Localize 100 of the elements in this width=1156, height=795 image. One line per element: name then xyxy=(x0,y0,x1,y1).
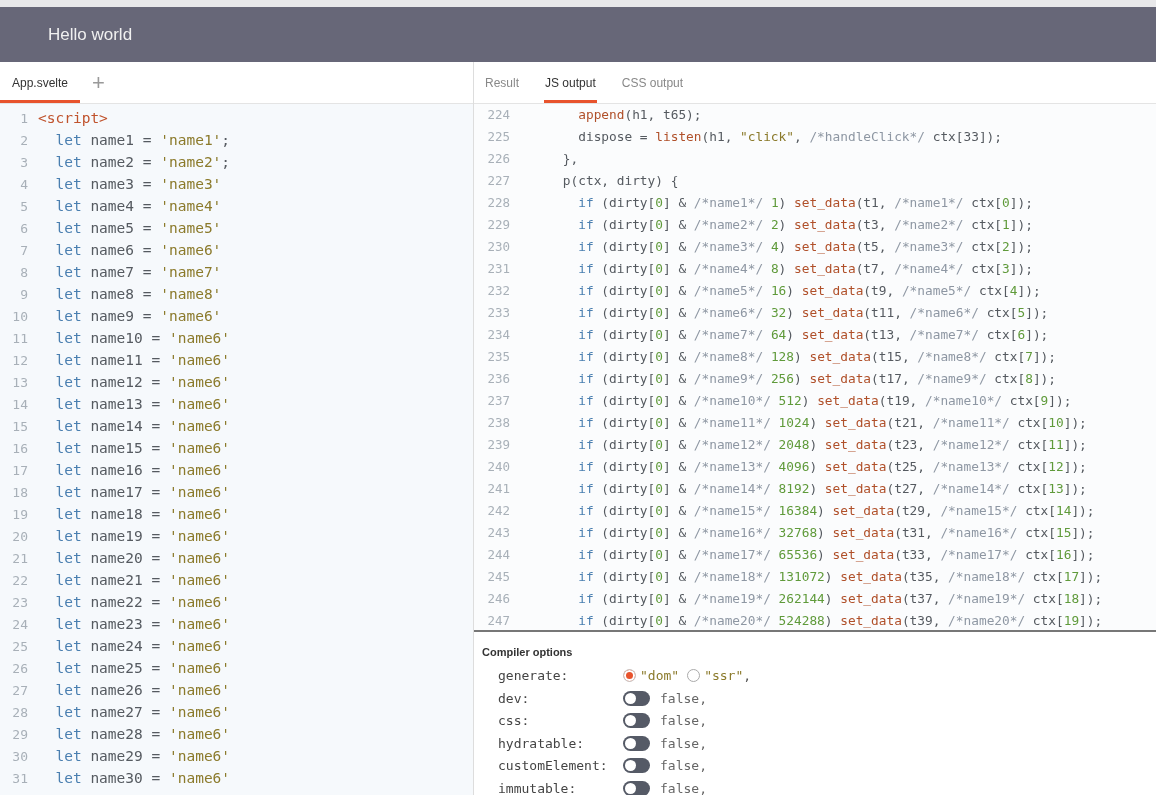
code-line: let name22 = 'name6' xyxy=(54,593,231,613)
line-number: 14 xyxy=(11,396,29,415)
code-line: <script> xyxy=(38,109,108,129)
line-number: 5 xyxy=(19,198,29,217)
tab[interactable]: CSS output xyxy=(620,62,685,103)
line-number: 7 xyxy=(19,242,29,261)
radio-button[interactable] xyxy=(623,669,636,683)
toggle-switch[interactable] xyxy=(623,758,650,774)
line-number: 225 xyxy=(486,127,511,146)
line-number: 243 xyxy=(486,523,511,542)
toggle-switch[interactable] xyxy=(623,735,650,751)
code-line: if (dirty[0] & /*name3*/ 4) set_data(t5, /*name3*/ ctx[2]); xyxy=(577,238,1033,257)
code-line: if (dirty[0] & /*name16*/ 32768) set_data(t31, /*name16*/ ctx[15]); xyxy=(577,524,1095,543)
code-line: if (dirty[0] & /*name7*/ 64) set_data(t13, /*name7*/ ctx[6]); xyxy=(577,326,1049,345)
line-number: 31 xyxy=(11,770,29,789)
code-line: if (dirty[0] & /*name17*/ 65536) set_data(t33, /*name17*/ ctx[16]); xyxy=(577,546,1095,565)
line-number: 11 xyxy=(11,330,29,349)
code-line: let name16 = 'name6' xyxy=(54,461,231,481)
code-line: if (dirty[0] & /*name10*/ 512) set_data(t19, /*name10*/ ctx[9]); xyxy=(577,392,1072,411)
code-line: append(h1, t65); xyxy=(577,106,702,125)
option-value: false, xyxy=(660,689,707,708)
line-number: 25 xyxy=(11,638,29,657)
option-value: false, xyxy=(660,712,707,730)
code-line: let name1 = 'name1'; xyxy=(54,131,231,151)
line-number: 22 xyxy=(11,572,29,591)
line-number: 241 xyxy=(486,479,511,498)
line-number: 15 xyxy=(11,418,29,437)
code-line: if (dirty[0] & /*name20*/ 524288) set_data(t39, /*name20*/ ctx[19]); xyxy=(577,612,1103,630)
code-line: let name6 = 'name6' xyxy=(54,241,222,261)
code-line: if (dirty[0] & /*name6*/ 32) set_data(t11, /*name6*/ ctx[5]); xyxy=(577,304,1049,323)
line-number: 8 xyxy=(19,264,29,283)
line-number: 17 xyxy=(11,462,29,481)
toggle-switch[interactable] xyxy=(623,780,650,795)
code-line: let name28 = 'name6' xyxy=(54,725,231,745)
code-line: if (dirty[0] & /*name5*/ 16) set_data(t9, /*name5*/ ctx[4]); xyxy=(577,282,1041,301)
line-number: 2 xyxy=(19,132,29,151)
line-number: 232 xyxy=(486,281,511,300)
line-number: 246 xyxy=(486,589,511,608)
code-line: let name15 = 'name6' xyxy=(54,439,231,459)
code-line: let name20 = 'name6' xyxy=(54,549,231,569)
line-number: 10 xyxy=(11,308,29,327)
option-suffix: , xyxy=(743,667,752,685)
code-line: if (dirty[0] & /*name14*/ 8192) set_data(t27, /*name14*/ ctx[13]); xyxy=(577,480,1087,499)
line-number: 21 xyxy=(11,550,29,569)
tab[interactable]: Result xyxy=(484,62,520,103)
radio-label: "dom" xyxy=(640,667,680,685)
line-number: 23 xyxy=(11,594,29,613)
line-number: 227 xyxy=(486,171,511,190)
option-label: css: xyxy=(498,712,531,730)
add-tab-button[interactable]: + xyxy=(92,62,105,103)
line-number: 29 xyxy=(11,726,29,745)
code-line: if (dirty[0] & /*name19*/ 262144) set_data(t37, /*name19*/ ctx[18]); xyxy=(577,590,1103,609)
code-line: let name30 = 'name6' xyxy=(54,769,231,789)
line-number: 3 xyxy=(19,154,29,173)
line-number: 244 xyxy=(486,545,511,564)
option-label: customElement: xyxy=(498,757,609,775)
code-line: let name5 = 'name5' xyxy=(54,219,222,239)
code-line: if (dirty[0] & /*name15*/ 16384) set_data(t29, /*name15*/ ctx[14]); xyxy=(577,502,1095,521)
code-line: if (dirty[0] & /*name12*/ 2048) set_data(t23, /*name12*/ ctx[11]); xyxy=(577,436,1087,455)
code-line: let name24 = 'name6' xyxy=(54,637,231,657)
line-number: 1 xyxy=(19,110,29,129)
option-value: false, xyxy=(660,757,707,775)
line-number: 228 xyxy=(486,193,511,212)
code-line: if (dirty[0] & /*name4*/ 8) set_data(t7, /*name4*/ ctx[3]); xyxy=(577,260,1033,279)
option-label: hydratable: xyxy=(498,734,586,753)
radio-label: "ssr" xyxy=(704,667,744,685)
code-line: let name27 = 'name6' xyxy=(54,703,231,723)
code-line: let name21 = 'name6' xyxy=(54,571,231,591)
code-line: if (dirty[0] & /*name18*/ 131072) set_data(t35, /*name18*/ ctx[17]); xyxy=(577,568,1103,587)
option-label: generate: xyxy=(498,667,570,685)
code-line: p(ctx, dirty) { xyxy=(561,172,679,191)
code-line: if (dirty[0] & /*name9*/ 256) set_data(t17, /*name9*/ ctx[8]); xyxy=(577,370,1056,389)
line-number: 9 xyxy=(19,286,29,305)
line-number: 224 xyxy=(486,105,511,124)
code-line: dispose = listen(h1, "click", /*handleClick*/ ctx[33]); xyxy=(577,128,1003,147)
code-line: let name13 = 'name6' xyxy=(54,395,231,415)
line-number: 24 xyxy=(11,616,29,635)
code-line: let name25 = 'name6' xyxy=(54,659,231,679)
line-number: 236 xyxy=(486,369,511,388)
app-title: Hello world xyxy=(48,23,133,46)
radio-button[interactable] xyxy=(687,669,701,683)
code-line: let name17 = 'name6' xyxy=(54,483,231,503)
toggle-switch[interactable] xyxy=(623,713,650,729)
option-label: immutable: xyxy=(498,779,578,795)
code-line: let name18 = 'name6' xyxy=(54,505,231,525)
code-line: let name11 = 'name6' xyxy=(54,351,231,371)
option-label: dev: xyxy=(498,689,531,708)
code-line: let name7 = 'name7' xyxy=(54,263,222,283)
code-line: if (dirty[0] & /*name1*/ 1) set_data(t1, /*name1*/ ctx[0]); xyxy=(577,194,1033,213)
line-number: 30 xyxy=(11,748,29,767)
toggle-switch[interactable] xyxy=(623,690,650,706)
line-number: 237 xyxy=(486,391,511,410)
line-number: 226 xyxy=(486,149,511,168)
line-number: 233 xyxy=(486,303,511,322)
line-number: 242 xyxy=(486,501,511,520)
line-number: 239 xyxy=(486,435,511,454)
code-line: let name26 = 'name6' xyxy=(54,681,231,701)
line-number: 6 xyxy=(19,220,29,239)
code-line: let name14 = 'name6' xyxy=(54,417,231,437)
line-number: 27 xyxy=(11,682,29,701)
